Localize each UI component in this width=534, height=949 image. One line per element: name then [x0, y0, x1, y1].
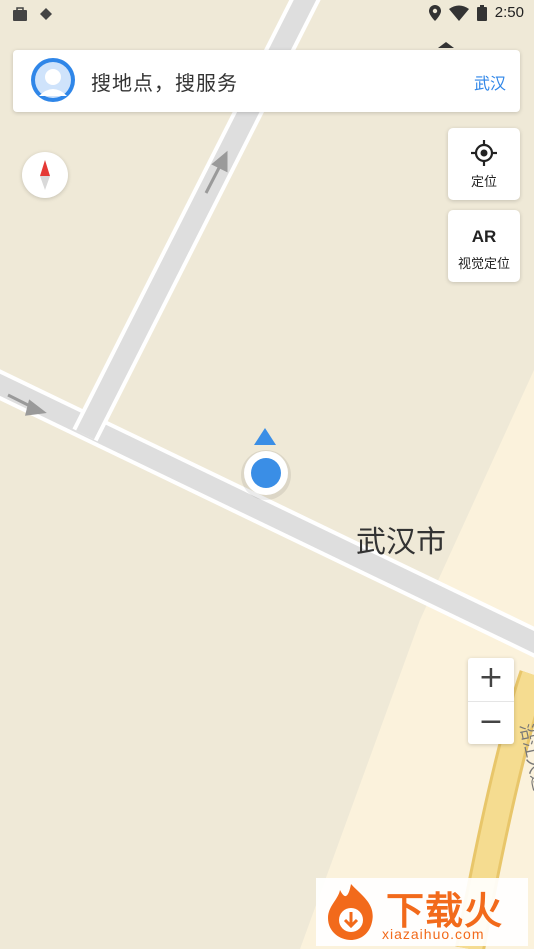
- watermark: 下载火 xiazaihuo.com: [316, 878, 528, 946]
- battery-icon: [476, 4, 487, 21]
- search-input[interactable]: 搜地点，搜服务: [91, 67, 238, 96]
- watermark-url: xiazaihuo.com: [382, 926, 485, 942]
- city-label: 武汉市: [356, 525, 446, 560]
- zoom-in-button[interactable]: +: [468, 658, 514, 701]
- bag-icon: [13, 7, 27, 21]
- status-bar: 2:50: [0, 0, 534, 30]
- search-bar[interactable]: 搜地点，搜服务 武汉: [13, 50, 520, 112]
- location-pin-icon: [428, 4, 441, 21]
- wifi-icon: [448, 5, 469, 21]
- compass-icon: [40, 160, 50, 190]
- locate-button[interactable]: 定位: [448, 128, 520, 200]
- user-avatar-icon[interactable]: [31, 58, 75, 102]
- zoom-out-button[interactable]: −: [468, 701, 514, 744]
- city-selector[interactable]: 武汉: [474, 70, 506, 94]
- crosshair-icon: [471, 140, 497, 166]
- ar-title: AR: [471, 227, 497, 246]
- compass-button[interactable]: [22, 152, 68, 198]
- flame-logo-icon: [328, 884, 373, 940]
- ar-label: 视觉定位: [457, 257, 510, 272]
- zoom-control: + −: [468, 658, 514, 744]
- ar-locate-button[interactable]: AR 视觉定位: [448, 210, 520, 282]
- status-time: 2:50: [494, 4, 524, 21]
- diamond-icon: [40, 8, 52, 20]
- locate-label: 定位: [470, 175, 497, 190]
